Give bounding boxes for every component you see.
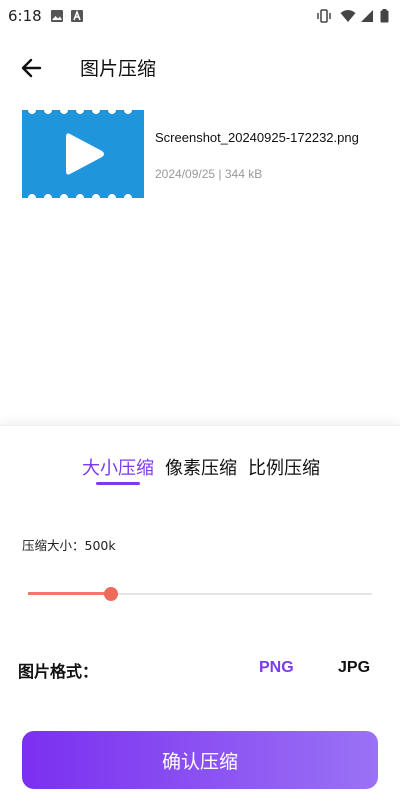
- slider-thumb[interactable]: [103, 587, 118, 601]
- arrow-left-icon[interactable]: [18, 54, 46, 82]
- slider-fill: [28, 592, 111, 595]
- compression-size-label: 压缩大小：500k: [22, 538, 116, 553]
- tab-pixel-compression[interactable]: 像素压缩: [165, 454, 237, 480]
- format-option-png[interactable]: PNG: [259, 659, 294, 677]
- confirm-compress-button[interactable]: 确认压缩: [22, 731, 378, 789]
- format-option-jpg[interactable]: JPG: [338, 659, 370, 677]
- tab-indicator: [96, 482, 140, 485]
- wifi-icon: [340, 10, 356, 22]
- tab-ratio-compression[interactable]: 比例压缩: [248, 454, 320, 480]
- status-time: 6:18: [8, 7, 42, 25]
- signal-icon: [361, 10, 373, 22]
- status-bar: 6:18: [0, 0, 400, 32]
- image-icon: [51, 10, 63, 22]
- text-a-icon: [71, 9, 83, 22]
- compression-panel: 大小压缩 像素压缩 比例压缩 压缩大小：500k 图片格式： PNG JPG 确…: [0, 425, 400, 801]
- page-title: 图片压缩: [80, 58, 157, 80]
- compression-tabs: 大小压缩 像素压缩 比例压缩: [0, 454, 400, 494]
- vibrate-icon: [317, 9, 331, 23]
- tab-size-compression[interactable]: 大小压缩: [82, 454, 154, 480]
- file-name: Screenshot_20240925-172232.png: [155, 130, 359, 145]
- battery-icon: [380, 9, 389, 23]
- image-format-label: 图片格式：: [18, 662, 99, 681]
- compression-size-slider[interactable]: [28, 584, 372, 604]
- file-meta: 2024/09/25 | 344 kB: [155, 167, 263, 181]
- video-play-icon[interactable]: [22, 110, 144, 198]
